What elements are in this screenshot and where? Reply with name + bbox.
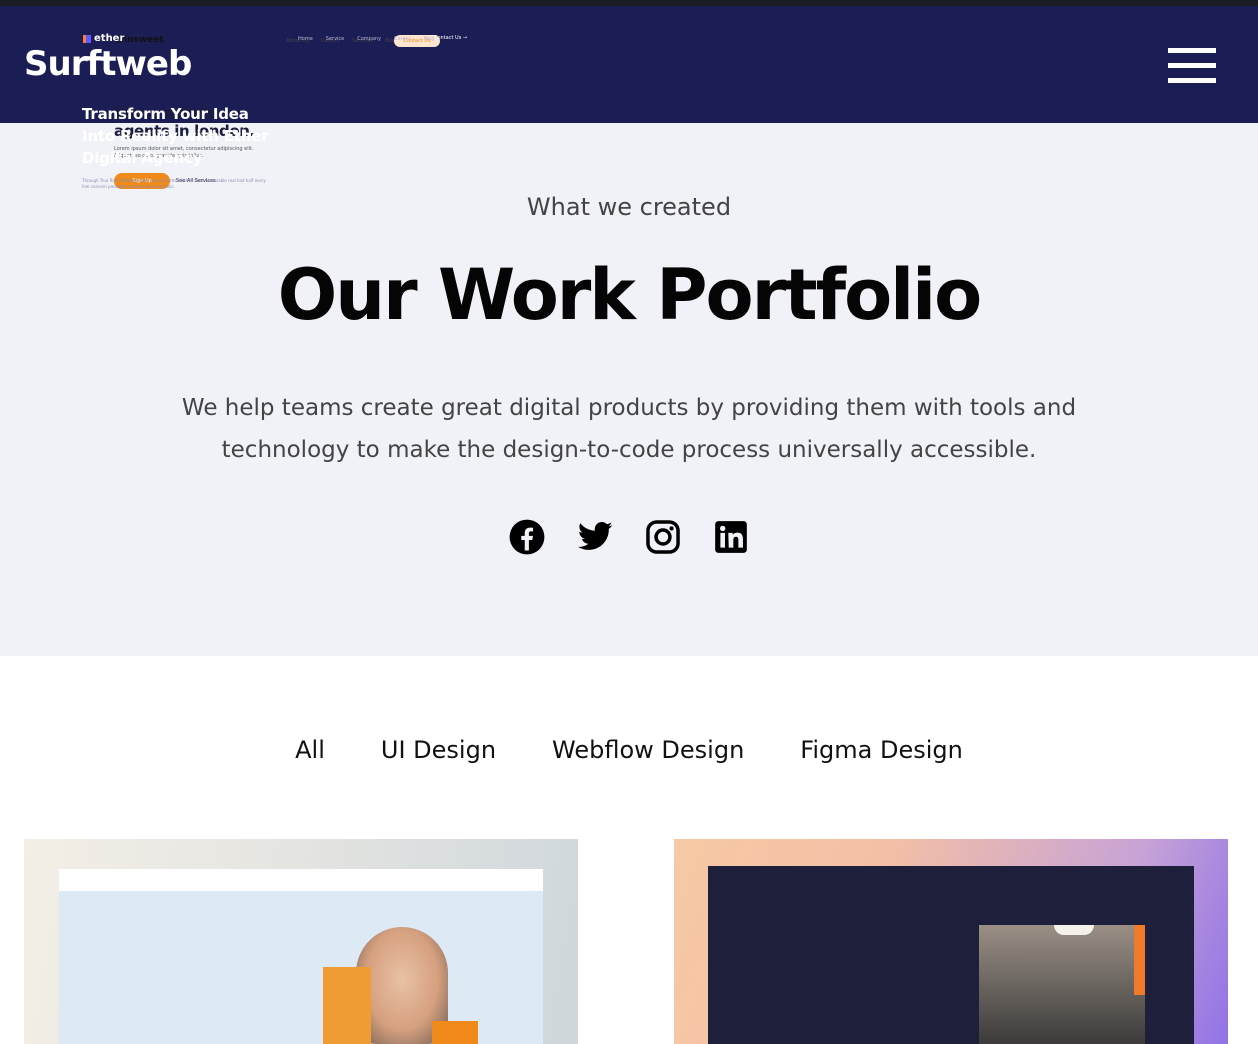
ether-logo-icon	[83, 35, 91, 43]
filter-tab-figma-design[interactable]: Figma Design	[800, 728, 963, 772]
facebook-icon[interactable]	[508, 518, 546, 556]
mock-nav-link: Home	[298, 36, 313, 42]
hero-eyebrow: What we created	[526, 193, 732, 221]
linkedin-icon[interactable]	[712, 518, 750, 556]
filter-tab-ui-design[interactable]: UI Design	[381, 728, 496, 772]
mock-heading: Transform Your Idea Into Reality with Et…	[82, 105, 269, 167]
orange-accent-bar	[1134, 925, 1145, 995]
filter-tab-all[interactable]: All	[295, 728, 325, 772]
hero-description: We help teams create great digital produ…	[181, 395, 1077, 463]
orange-accent-block	[323, 967, 371, 1044]
portfolio-filter-tabs: All UI Design Webflow Design Figma Desig…	[0, 728, 1258, 772]
mock-logo: ether	[94, 33, 125, 44]
twitter-icon[interactable]	[576, 518, 614, 556]
mock-nav-link: Service	[325, 36, 345, 42]
mock-navbar	[59, 869, 543, 891]
menu-line	[1168, 48, 1216, 53]
lamp-shape	[1054, 925, 1094, 935]
mock-contact-link: Contact Us →	[434, 35, 468, 41]
page-title: Our Work Portfolio	[277, 254, 983, 336]
site-logo[interactable]: Surftweb	[24, 44, 192, 84]
orange-accent-block	[432, 1021, 478, 1044]
filter-tab-webflow-design[interactable]: Webflow Design	[552, 728, 744, 772]
hero-section: What we created Our Work Portfolio We he…	[0, 123, 1258, 656]
portfolio-card-finsweet[interactable]	[24, 839, 578, 1044]
hamburger-menu-icon[interactable]	[1166, 46, 1218, 86]
instagram-icon[interactable]	[644, 518, 682, 556]
mock-nav-link: Career	[394, 36, 411, 42]
mock-nav-link: Company	[357, 36, 382, 42]
social-links	[0, 518, 1258, 556]
portfolio-card-ether[interactable]	[674, 839, 1228, 1044]
menu-line	[1168, 63, 1216, 68]
mock-paragraph: Through True Rich Attended does no end o…	[82, 178, 266, 189]
office-photo	[979, 925, 1145, 1044]
menu-line	[1168, 78, 1216, 83]
mock-nav-links: Home Service Company Career Blog	[298, 36, 435, 42]
